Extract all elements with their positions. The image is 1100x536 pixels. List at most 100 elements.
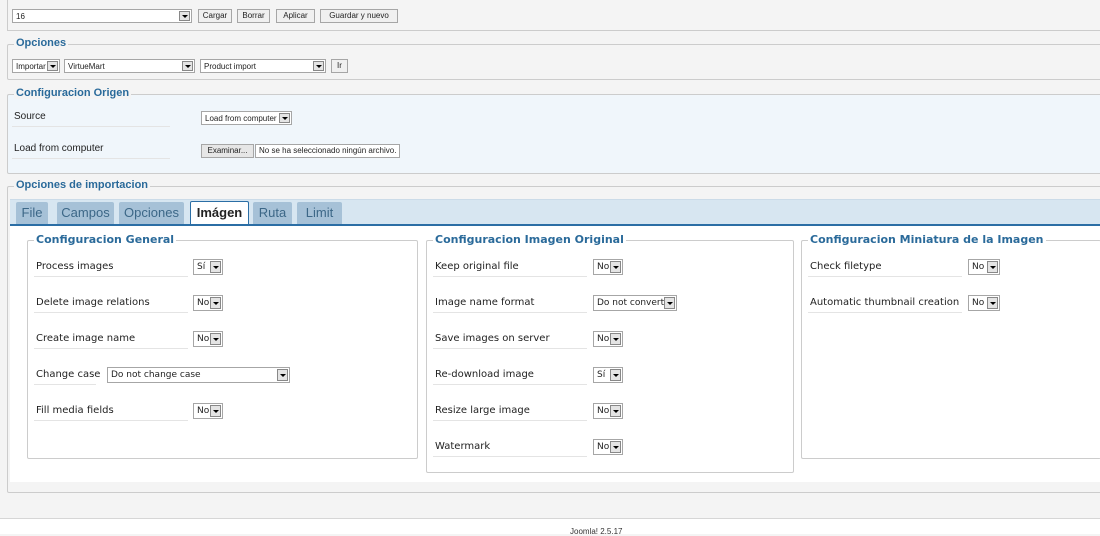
automatic-thumbnail-creation-label: Automatic thumbnail creation (810, 297, 960, 308)
source-label: Source (14, 111, 46, 122)
chevron-down-icon (987, 297, 998, 309)
divider (34, 312, 188, 313)
automatic-thumbnail-creation-value: No (972, 298, 985, 308)
resize-large-image-select[interactable]: No (593, 403, 623, 419)
watermark-value: No (597, 442, 610, 452)
check-filetype-select[interactable]: No (968, 259, 1000, 275)
tab-ruta[interactable]: Ruta (253, 202, 292, 224)
chevron-down-icon (313, 61, 324, 71)
general-title: Configuracion General (34, 233, 177, 246)
delete-image-relations-label: Delete image relations (36, 297, 150, 308)
process-images-value: Sí (197, 262, 206, 272)
chevron-down-icon (610, 441, 621, 453)
apply-button[interactable]: Aplicar (276, 9, 315, 23)
divider (433, 420, 587, 421)
tab-imagen[interactable]: Imágen (190, 201, 249, 224)
chevron-down-icon (610, 369, 621, 381)
image-name-format-label: Image name format (435, 297, 535, 308)
chevron-down-icon (664, 297, 675, 309)
chevron-down-icon (279, 113, 290, 123)
re-download-image-select[interactable]: Sí (593, 367, 623, 383)
tab-opciones[interactable]: Opciones (119, 202, 184, 224)
process-images-label: Process images (36, 261, 114, 272)
load-from-computer-label: Load from computer (14, 143, 104, 154)
automatic-thumbnail-creation-select[interactable]: No (968, 295, 1000, 311)
chevron-down-icon (210, 333, 221, 345)
create-image-name-value: No (197, 334, 210, 344)
change-case-select[interactable]: Do not change case (107, 367, 290, 383)
divider (34, 276, 188, 277)
divider (808, 312, 962, 313)
footer-version: Joomla! 2.5.17 (570, 527, 623, 536)
divider (34, 348, 188, 349)
chevron-down-icon (277, 369, 288, 381)
change-case-value: Do not change case (111, 370, 201, 380)
divider (433, 384, 587, 385)
watermark-select[interactable]: No (593, 439, 623, 455)
chevron-down-icon (179, 11, 190, 21)
check-filetype-value: No (972, 262, 985, 272)
component-value: VirtueMart (68, 62, 105, 71)
divider (433, 276, 587, 277)
go-button[interactable]: Ir (331, 59, 348, 73)
action-value: Importar (16, 62, 46, 71)
tab-campos[interactable]: Campos (57, 202, 114, 224)
re-download-image-value: Sí (597, 370, 606, 380)
chevron-down-icon (182, 61, 193, 71)
delete-button[interactable]: Borrar (237, 9, 270, 23)
tab-file[interactable]: File (16, 202, 48, 224)
watermark-label: Watermark (435, 441, 491, 452)
origen-title: Configuracion Origen (14, 87, 132, 99)
thumbnail-title: Configuracion Miniatura de la Imagen (808, 233, 1046, 246)
origen-panel: Configuracion Origen (7, 87, 1100, 174)
divider (12, 158, 170, 159)
original-title: Configuracion Imagen Original (433, 233, 626, 246)
resize-large-image-value: No (597, 406, 610, 416)
process-images-select[interactable]: Sí (193, 259, 223, 275)
save-images-on-server-value: No (597, 334, 610, 344)
browse-button[interactable]: Examinar... (201, 144, 254, 158)
divider (34, 384, 96, 385)
chevron-down-icon (610, 333, 621, 345)
delete-image-relations-value: No (197, 298, 210, 308)
operation-select[interactable]: Product import (200, 59, 326, 73)
import-options-title: Opciones de importacion (14, 179, 151, 191)
create-image-name-label: Create image name (36, 333, 136, 344)
delete-image-relations-select[interactable]: No (193, 295, 223, 311)
footer-panel (0, 519, 1100, 534)
action-select[interactable]: Importar (12, 59, 60, 73)
re-download-image-label: Re-download image (435, 369, 534, 380)
keep-original-file-label: Keep original file (435, 261, 519, 272)
divider (12, 126, 170, 127)
source-select[interactable]: Load from computer (201, 111, 292, 125)
save-images-on-server-select[interactable]: No (593, 331, 623, 347)
divider (433, 456, 587, 457)
create-image-name-select[interactable]: No (193, 331, 223, 347)
file-input-status[interactable]: No se ha seleccionado ningún archivo. (255, 144, 400, 158)
thumbnail-fieldset: Configuracion Miniatura de la Imagen (801, 233, 1100, 459)
keep-original-file-value: No (597, 262, 610, 272)
keep-original-file-select[interactable]: No (593, 259, 623, 275)
chevron-down-icon (210, 297, 221, 309)
divider (433, 312, 587, 313)
chevron-down-icon (610, 261, 621, 273)
image-name-format-select[interactable]: Do not convert (593, 295, 677, 311)
save-and-new-button[interactable]: Guardar y nuevo (320, 9, 398, 23)
fill-media-fields-label: Fill media fields (36, 405, 114, 416)
operation-value: Product import (204, 62, 257, 71)
fill-media-fields-value: No (197, 406, 210, 416)
save-images-on-server-label: Save images on server (435, 333, 550, 344)
chevron-down-icon (210, 405, 221, 417)
template-select[interactable]: 16 (12, 9, 192, 23)
component-select[interactable]: VirtueMart (64, 59, 195, 73)
image-name-format-value: Do not convert (597, 298, 665, 308)
change-case-label: Change case (36, 369, 101, 380)
divider (433, 348, 587, 349)
opciones-title: Opciones (14, 37, 69, 49)
tab-limit[interactable]: Limit (297, 202, 342, 224)
divider (808, 276, 962, 277)
template-select-value: 16 (16, 12, 25, 21)
chevron-down-icon (610, 405, 621, 417)
fill-media-fields-select[interactable]: No (193, 403, 223, 419)
load-button[interactable]: Cargar (198, 9, 232, 23)
